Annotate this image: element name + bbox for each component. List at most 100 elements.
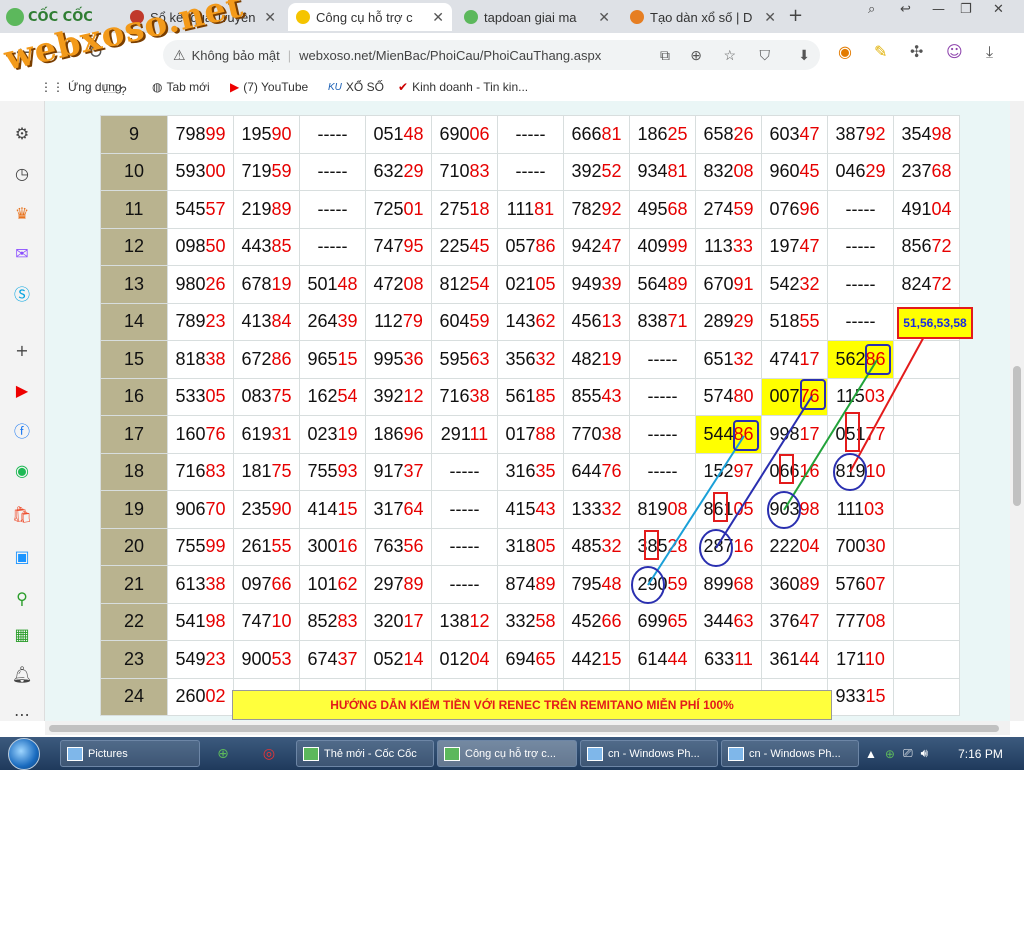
tiki-icon[interactable]: ▣ <box>9 543 35 569</box>
taskbar-item-the-moi[interactable]: Thẻ mới - Cốc Cốc <box>296 740 434 767</box>
cell-last-digits: 04 <box>799 536 820 557</box>
cell-last-digits: 47 <box>799 123 820 144</box>
grid-cell: 93315 <box>827 677 894 716</box>
grid-cell: 56185 <box>497 377 564 416</box>
shopee-icon[interactable]: 🛍 <box>9 501 35 527</box>
bookmark-folder[interactable]: 🗀 ? <box>104 80 127 101</box>
downloads-icon[interactable]: ⤓ <box>986 42 993 62</box>
cell-prefix: ----- <box>449 536 480 557</box>
cell-last-digits: 04 <box>931 198 952 219</box>
messenger-icon[interactable]: ✉ <box>9 240 35 266</box>
address-bar[interactable]: ⚠ Không bảo mật | webxoso.net/MienBac/Ph… <box>163 40 820 70</box>
close-tab-icon[interactable]: ✕ <box>764 9 776 26</box>
cell-prefix: 542 <box>769 273 800 294</box>
cell-last-digits: 02 <box>205 686 226 707</box>
map-pin-icon[interactable]: ⚲ <box>9 585 35 611</box>
start-button[interactable] <box>4 737 44 770</box>
taskbar-item-cong-cu[interactable]: Công cụ hỗ trợ c... <box>437 740 577 767</box>
sheet-icon[interactable]: ▦ <box>9 621 35 647</box>
tab-tao-dan[interactable]: Tạo dàn xổ số | D ✕ <box>622 3 784 31</box>
spotify-icon[interactable]: ◉ <box>9 457 35 483</box>
bookmark-star-icon[interactable]: ☆ <box>723 47 736 64</box>
profile-avatar-icon[interactable]: ☺ <box>946 42 963 61</box>
bookmark-xoso[interactable]: KU XỔ SỐ <box>328 80 384 94</box>
network-icon[interactable]: ⎚ <box>903 746 913 761</box>
taskbar-item-pictures[interactable]: Pictures <box>60 740 200 767</box>
download-page-icon[interactable]: ⬇ <box>798 47 810 64</box>
youtube-sidebar-icon[interactable]: ▶ <box>9 377 35 403</box>
shield-icon[interactable]: ⛉ <box>760 47 771 64</box>
grid-cell: 38528 <box>629 527 696 566</box>
clock[interactable]: 7:16 PM <box>958 747 1003 761</box>
url-text[interactable]: webxoso.net/MienBac/PhoiCau/PhoiCauThang… <box>299 48 601 63</box>
coccoc-pinned-icon[interactable]: ⊕ <box>208 741 238 766</box>
new-tab-icon[interactable]: + <box>788 5 803 26</box>
facebook-icon[interactable]: ⓕ <box>9 417 35 443</box>
bookmark-youtube[interactable]: ▶ (7) YouTube <box>230 80 308 94</box>
taskbar-item-cn-2[interactable]: cn - Windows Ph... <box>721 740 859 767</box>
grid-cell: 77038 <box>563 415 630 454</box>
close-tab-icon[interactable]: ✕ <box>432 9 444 26</box>
close-tab-icon[interactable]: ✕ <box>264 9 276 26</box>
vertical-scrollbar[interactable] <box>1010 101 1024 721</box>
lottery-grid: 9 79899 19590 ----- 05148 69006 ----- 66681 1862… <box>100 115 960 716</box>
coccoc-tray-icon[interactable]: ⊕ <box>885 747 895 761</box>
taskbar-item-cn-1[interactable]: cn - Windows Ph... <box>580 740 718 767</box>
grid-cell: 31805 <box>497 527 564 566</box>
vertical-scroll-thumb[interactable] <box>1013 366 1021 506</box>
bookmark-tab-moi[interactable]: ◍ Tab mới <box>152 80 210 94</box>
cell-last-digits: 99 <box>667 236 688 257</box>
close-window-icon[interactable]: ✕ <box>993 2 1004 17</box>
crown-icon[interactable]: ♛ <box>9 200 35 226</box>
coccoc-extension-icon[interactable]: ◉ <box>838 42 852 61</box>
cell-last-digits: 76 <box>601 461 622 482</box>
cell-prefix: 998 <box>769 423 800 444</box>
cell-prefix: 861 <box>703 498 734 519</box>
grid-cell: 26002 <box>167 677 234 716</box>
grid-cell: 99536 <box>365 340 432 379</box>
close-tab-icon[interactable]: ✕ <box>598 9 610 26</box>
show-hidden-icons-icon[interactable]: ▲ <box>865 747 877 761</box>
skype-icon[interactable]: Ⓢ <box>9 280 35 306</box>
restore-icon[interactable]: ❐ <box>960 2 972 17</box>
chrome-pinned-icon[interactable]: ◎ <box>254 741 284 766</box>
cell-prefix: 360 <box>769 573 800 594</box>
add-sidebar-item-icon[interactable]: + <box>9 337 35 363</box>
grid-cell: 81254 <box>431 265 498 304</box>
grid-cell: 54198 <box>167 602 234 641</box>
extensions-puzzle-icon[interactable]: ✣ <box>910 42 923 61</box>
cell-last-digits: 32 <box>535 348 556 369</box>
cell-prefix: 052 <box>373 648 404 669</box>
pencil-icon[interactable]: ✎ <box>874 42 887 61</box>
notification-bell-icon[interactable]: 🔔︎ <box>9 661 35 687</box>
grid-cell: 87489 <box>497 565 564 604</box>
taskbar-label: Thẻ mới - Cốc Cốc <box>324 747 417 760</box>
cell-last-digits: 44 <box>667 648 688 669</box>
history-icon[interactable]: ◷ <box>9 160 35 186</box>
horizontal-scroll-thumb[interactable] <box>49 725 999 732</box>
grid-row: 9 79899 19590 ----- 05148 69006 ----- 66681 1862… <box>100 115 960 154</box>
search-tabs-icon[interactable]: ⌕ <box>868 2 875 17</box>
grid-cell: 85283 <box>299 602 366 641</box>
settings-gear-icon[interactable]: ⚙ <box>9 120 35 146</box>
grid-cell: 63311 <box>695 640 762 679</box>
grid-cell: 77708 <box>827 602 894 641</box>
cell-last-digits: 59 <box>667 573 688 594</box>
minimize-icon[interactable]: — <box>932 2 945 17</box>
more-options-icon[interactable]: ⋯ <box>9 701 35 727</box>
cell-last-digits: 12 <box>403 386 424 407</box>
cell-prefix: 917 <box>373 461 404 482</box>
bookmark-kinh-doanh[interactable]: ✔ Kinh doanh - Tin kin... <box>398 80 528 94</box>
back-to-tab-icon[interactable]: ↩ <box>900 2 911 17</box>
grid-cell: 04629 <box>827 152 894 191</box>
zoom-icon[interactable]: ⊕ <box>690 47 702 64</box>
tab-tapdoan[interactable]: tapdoan giai ma ✕ <box>456 3 618 31</box>
promo-banner[interactable]: HƯỚNG DẪN KIẾM TIỀN VỚI RENEC TRÊN REMIT… <box>232 690 832 720</box>
blocked-popup-icon[interactable]: ⧉ <box>660 47 670 64</box>
cell-prefix: 297 <box>373 573 404 594</box>
tab-cong-cu[interactable]: Công cụ hỗ trợ c ✕ <box>288 3 452 31</box>
cell-last-digits: 29 <box>733 311 754 332</box>
grid-cell: 18696 <box>365 415 432 454</box>
volume-icon[interactable]: 🔊︎ <box>921 746 929 761</box>
horizontal-scrollbar[interactable] <box>45 721 1010 735</box>
